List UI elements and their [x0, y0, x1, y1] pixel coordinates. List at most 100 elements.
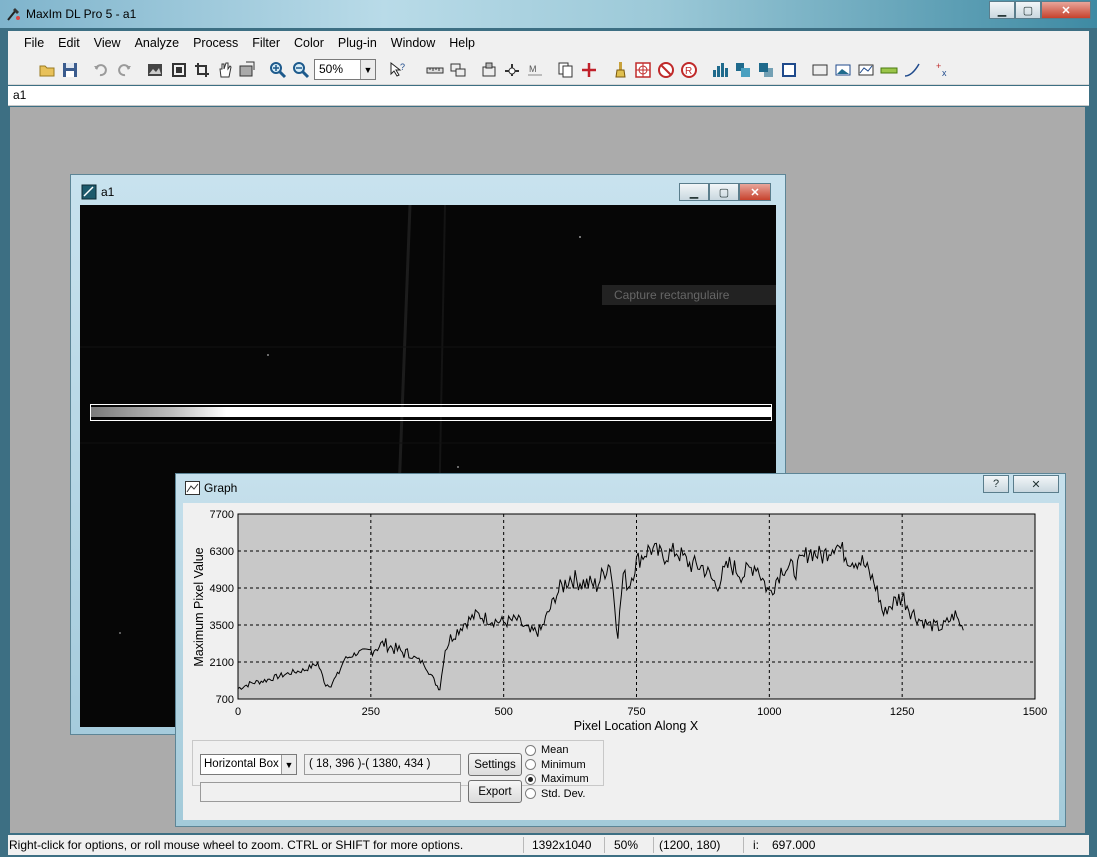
svg-text:x: x — [942, 68, 947, 78]
radio-button-maximum[interactable] — [525, 773, 536, 785]
image-maximize-button[interactable]: ▢ — [709, 183, 739, 201]
status-field[interactable] — [200, 782, 461, 802]
radio-minimum-label: Minimum — [541, 758, 586, 771]
zoom-select[interactable]: 50% ▼ — [314, 59, 376, 80]
maxim-app-icon — [7, 8, 20, 21]
image-minimize-button[interactable]: ▁ — [679, 183, 709, 201]
y-tick-labels: 700 2100 3500 4900 6300 7700 — [210, 509, 234, 706]
copy-icon[interactable] — [557, 61, 575, 79]
chevron-down-icon[interactable]: ▼ — [281, 755, 296, 774]
fit-icon[interactable] — [170, 61, 188, 79]
status-separator — [653, 837, 654, 853]
save-icon[interactable] — [61, 61, 79, 79]
status-separator — [604, 837, 605, 853]
status-separator — [743, 837, 744, 853]
brush-icon[interactable] — [611, 61, 629, 79]
radio-maximum[interactable]: Maximum — [525, 772, 589, 787]
svg-text:+: + — [936, 61, 941, 71]
plus-minus-icon[interactable]: +x — [934, 61, 952, 79]
maximize-button[interactable]: ▢ — [1015, 1, 1041, 19]
profile-mode-select[interactable]: Horizontal Box ▼ — [200, 754, 297, 775]
radio-std-dev[interactable]: Std. Dev. — [525, 787, 589, 802]
x-tick-labels: 0 250 500 750 1000 1250 1500 — [235, 706, 1047, 718]
y-axis-label: Maximum Pixel Value — [192, 547, 206, 666]
image-icon[interactable] — [146, 61, 164, 79]
tool-icon-1[interactable] — [449, 61, 467, 79]
frame-icon[interactable] — [811, 61, 829, 79]
menu-filter[interactable]: Filter — [252, 36, 280, 50]
window-title: MaxIm DL Pro 5 - a1 — [26, 7, 137, 21]
capture-tooltip: Capture rectangulaire — [602, 285, 776, 305]
screen-stretch-icon[interactable] — [238, 61, 256, 79]
add-icon[interactable] — [580, 61, 598, 79]
picture-icon[interactable] — [834, 61, 852, 79]
menu-process[interactable]: Process — [193, 36, 238, 50]
help-pointer-icon[interactable]: ? — [389, 61, 407, 79]
document-tab-bar: a1 — [8, 86, 1089, 106]
radio-mean[interactable]: Mean — [525, 743, 589, 758]
minimize-button[interactable]: ▁ — [989, 1, 1015, 19]
open-folder-icon[interactable] — [38, 61, 56, 79]
menu-plug-in[interactable]: Plug-in — [338, 36, 377, 50]
menu-analyze[interactable]: Analyze — [135, 36, 179, 50]
tool-icon-2[interactable] — [480, 61, 498, 79]
zoom-value: 50% — [319, 62, 344, 76]
status-cursor: (1200, 180) — [659, 838, 721, 852]
tool-icon-4[interactable]: M — [526, 61, 544, 79]
y-tick-label: 4900 — [210, 583, 234, 595]
curve-icon[interactable] — [903, 61, 921, 79]
y-tick-label: 2100 — [210, 657, 234, 669]
menu-color[interactable]: Color — [294, 36, 324, 50]
graph-window-icon — [185, 481, 200, 495]
export-button[interactable]: Export — [468, 780, 522, 803]
ruler-icon[interactable] — [426, 61, 444, 79]
radio-button-minimum[interactable] — [525, 759, 536, 771]
tool-icon-3[interactable] — [503, 61, 521, 79]
graph-close-button[interactable]: ✕ — [1013, 475, 1059, 493]
overlap-icon[interactable] — [757, 61, 775, 79]
no-entry-icon[interactable] — [657, 61, 675, 79]
horizontal-box-selection[interactable] — [90, 404, 772, 421]
crop-icon[interactable] — [193, 61, 211, 79]
status-dimensions: 1392x1040 — [532, 838, 592, 852]
square-icon[interactable] — [780, 61, 798, 79]
image-close-button[interactable]: ✕ — [739, 183, 771, 201]
graph-body: 700 2100 3500 4900 6300 7700 0 250 500 750 1000 12… — [183, 503, 1059, 820]
menu-file[interactable]: File — [24, 36, 44, 50]
status-bar: Right-click for options, or roll mouse w… — [8, 835, 1089, 855]
graph-icon[interactable] — [857, 61, 875, 79]
svg-text:?: ? — [400, 62, 405, 72]
y-tick-label: 700 — [216, 694, 234, 706]
graph-window-controls: ? ✕ — [983, 475, 1059, 493]
redo-icon[interactable] — [115, 61, 133, 79]
undo-icon[interactable] — [92, 61, 110, 79]
document-tab-a1[interactable]: a1 — [13, 88, 26, 102]
close-button[interactable]: ✕ — [1041, 1, 1091, 19]
chart-bars-icon[interactable] — [711, 61, 729, 79]
settings-button[interactable]: Settings — [468, 753, 522, 776]
radio-minimum[interactable]: Minimum — [525, 758, 589, 773]
hand-icon[interactable] — [216, 61, 234, 79]
chevron-down-icon[interactable]: ▼ — [360, 60, 375, 79]
ruler-icon-2[interactable] — [880, 61, 898, 79]
radio-button-std-dev[interactable] — [525, 788, 536, 800]
graph-window-title: Graph — [204, 481, 238, 495]
coords-field[interactable]: ( 18, 396 )-( 1380, 434 ) — [304, 754, 461, 775]
graph-help-button[interactable]: ? — [983, 475, 1009, 493]
align-icon[interactable] — [734, 61, 752, 79]
menu-help[interactable]: Help — [449, 36, 475, 50]
x-tick-label: 0 — [235, 706, 241, 718]
target-icon[interactable] — [634, 61, 652, 79]
menu-window[interactable]: Window — [391, 36, 435, 50]
no-entry-icon-2[interactable]: R — [680, 61, 698, 79]
profile-plot[interactable]: 700 2100 3500 4900 6300 7700 0 250 500 750 1000 12… — [183, 503, 1059, 735]
radio-mean-label: Mean — [541, 744, 569, 757]
coords-value: ( 18, 396 )-( 1380, 434 ) — [309, 758, 431, 770]
toolbar: 50% ▼ ? M R + x — [8, 55, 1089, 85]
radio-button-mean[interactable] — [525, 744, 536, 756]
zoom-out-icon[interactable] — [292, 61, 310, 79]
menu-view[interactable]: View — [94, 36, 121, 50]
status-zoom: 50% — [614, 838, 639, 852]
menu-edit[interactable]: Edit — [58, 36, 80, 50]
zoom-in-icon[interactable] — [269, 61, 287, 79]
